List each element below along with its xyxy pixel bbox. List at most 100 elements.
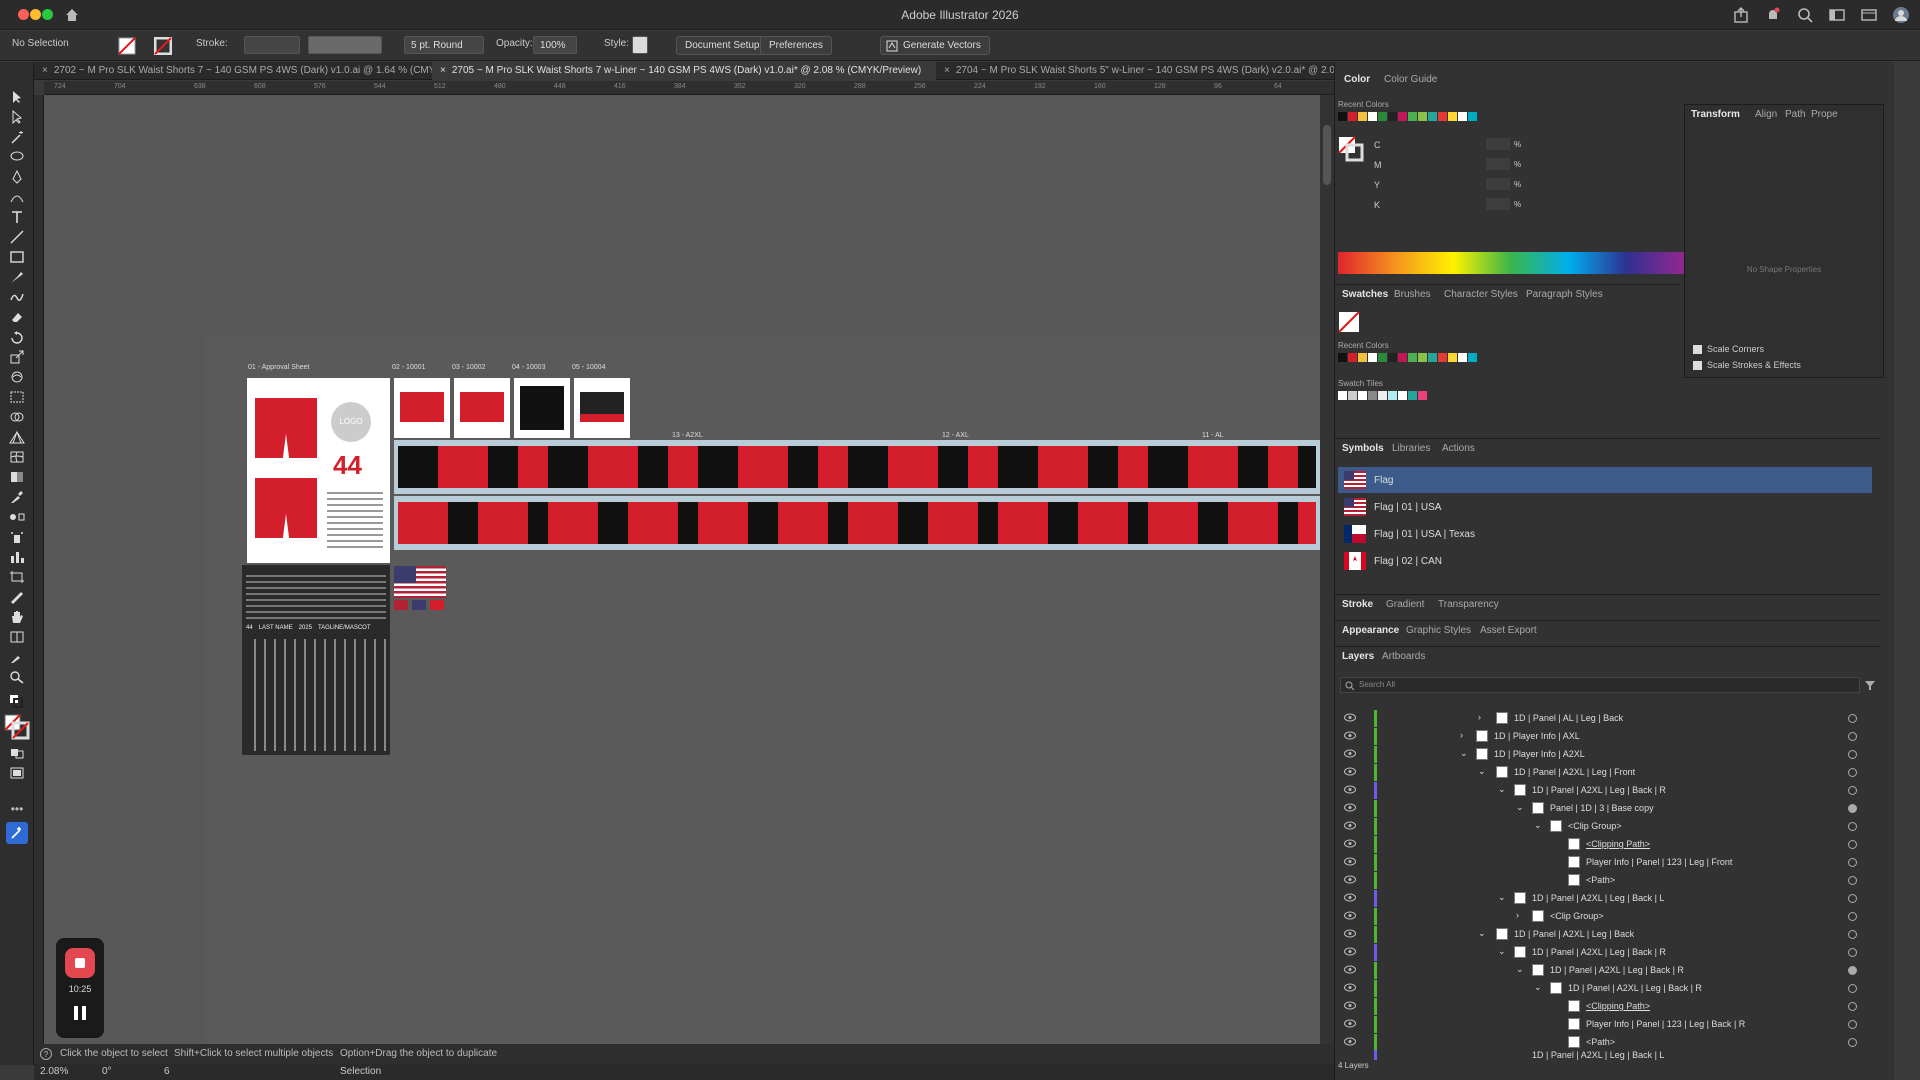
- mesh-tool-icon[interactable]: [9, 450, 25, 464]
- warp-tool-icon[interactable]: [9, 370, 25, 384]
- layer-row[interactable]: ⌄ 1D | Player Info | A2XL: [1336, 746, 1876, 763]
- layer-target-icon[interactable]: [1848, 768, 1857, 777]
- swatch[interactable]: [1348, 391, 1357, 400]
- symbol-item-flag-can[interactable]: Flag | 02 | CAN: [1338, 548, 1872, 574]
- direct-selection-tool-icon[interactable]: [9, 110, 25, 124]
- zoom-level[interactable]: 2.08%: [40, 1066, 68, 1077]
- color-spectrum[interactable]: [1338, 252, 1684, 274]
- visibility-eye-icon[interactable]: [1344, 983, 1356, 992]
- collapse-chevron-icon[interactable]: ⌄: [1516, 964, 1524, 975]
- selection-tool-icon[interactable]: [9, 90, 25, 104]
- swatch[interactable]: [1378, 112, 1387, 121]
- scale-strokes-checkbox[interactable]: [1693, 361, 1702, 370]
- tab-properties[interactable]: Prope: [1811, 109, 1838, 120]
- tab-artboards[interactable]: Artboards: [1382, 651, 1425, 662]
- slice-tool-icon[interactable]: [9, 590, 25, 604]
- visibility-eye-icon[interactable]: [1344, 857, 1356, 866]
- fill-stroke-swatch-icon[interactable]: [4, 714, 30, 740]
- tab-color[interactable]: Color: [1344, 74, 1370, 85]
- tab-brushes[interactable]: Brushes: [1394, 289, 1431, 300]
- visibility-eye-icon[interactable]: [1344, 1001, 1356, 1010]
- tab-document-2704[interactable]: × 2704 ~ M Pro SLK Waist Shorts 5" w-Line…: [936, 62, 1334, 80]
- tab-stroke[interactable]: Stroke: [1342, 599, 1373, 610]
- vertical-ruler[interactable]: [34, 95, 44, 1055]
- layer-target-icon[interactable]: [1848, 948, 1857, 957]
- layer-row[interactable]: › 1D | Panel | AL | Leg | Back: [1336, 710, 1876, 727]
- expand-chevron-icon[interactable]: ›: [1460, 730, 1463, 740]
- fill-stroke-indicator-icon[interactable]: [1338, 136, 1364, 162]
- rotate-tool-icon[interactable]: [9, 330, 25, 344]
- horizontal-ruler[interactable]: 724 704 638 608 576 544 512 480 448 416 …: [44, 81, 1334, 95]
- channel-m-field[interactable]: [1486, 158, 1510, 170]
- swatch[interactable]: [1398, 391, 1407, 400]
- swatch[interactable]: [1458, 112, 1467, 121]
- swatch[interactable]: [1348, 112, 1357, 121]
- shaper-tool-icon[interactable]: [9, 290, 25, 304]
- tab-actions[interactable]: Actions: [1442, 443, 1475, 454]
- rectangle-tool-icon[interactable]: [9, 250, 25, 264]
- arrange-documents-icon[interactable]: [1860, 6, 1878, 24]
- visibility-eye-icon[interactable]: [1344, 839, 1356, 848]
- layer-row[interactable]: ⌄ 1D | Panel | A2XL | Leg | Back | L: [1336, 890, 1876, 907]
- channel-c-field[interactable]: [1486, 138, 1510, 150]
- layer-row[interactable]: <Clipping Path>: [1336, 836, 1876, 853]
- collapse-chevron-icon[interactable]: ⌄: [1460, 748, 1468, 759]
- stop-recording-button[interactable]: [65, 948, 95, 978]
- pen-tool-icon[interactable]: [9, 170, 25, 184]
- spec-sheet-artboard[interactable]: 44 LAST NAME 2025 TAGLINE/MASCOT: [242, 565, 390, 755]
- swatch[interactable]: [1368, 112, 1377, 121]
- mockup-artboard[interactable]: [394, 378, 450, 438]
- collapse-chevron-icon[interactable]: ⌄: [1498, 892, 1506, 903]
- tab-transparency[interactable]: Transparency: [1438, 599, 1499, 610]
- type-tool-icon[interactable]: [9, 210, 25, 224]
- curvature-tool-icon[interactable]: [9, 190, 25, 204]
- canvas-vertical-scrollbar[interactable]: [1320, 95, 1334, 1055]
- visibility-eye-icon[interactable]: [1344, 1037, 1356, 1046]
- visibility-eye-icon[interactable]: [1344, 821, 1356, 830]
- shape-builder-tool-icon[interactable]: [9, 410, 25, 424]
- layer-row[interactable]: ⌄ 1D | Panel | A2XL | Leg | Back | R: [1336, 980, 1876, 997]
- rotation-angle[interactable]: 0°: [102, 1066, 112, 1077]
- stroke-color-icon[interactable]: [154, 37, 172, 55]
- swatch[interactable]: [1348, 353, 1357, 362]
- swatch[interactable]: [1418, 353, 1427, 362]
- layer-row[interactable]: 1D | Panel | A2XL | Leg | Back | L: [1336, 1050, 1876, 1060]
- lasso-tool-icon[interactable]: [9, 150, 25, 164]
- layer-row[interactable]: Player Info | Panel | 123 | Leg | Front: [1336, 854, 1876, 871]
- visibility-eye-icon[interactable]: [1344, 893, 1356, 902]
- swatch[interactable]: [1408, 112, 1417, 121]
- layer-target-icon[interactable]: [1848, 912, 1857, 921]
- magic-wand-tool-icon[interactable]: [9, 130, 25, 144]
- layer-target-icon[interactable]: [1848, 732, 1857, 741]
- visibility-eye-icon[interactable]: [1344, 731, 1356, 740]
- artwork[interactable]: 01 - Approval Sheet 02 - 10001 03 - 1000…: [242, 360, 1320, 760]
- artboard-tool-icon[interactable]: [9, 570, 25, 584]
- visibility-eye-icon[interactable]: [1344, 929, 1356, 938]
- paintbrush-tool-icon[interactable]: [9, 270, 25, 284]
- visibility-eye-icon[interactable]: [1344, 785, 1356, 794]
- visibility-eye-icon[interactable]: [1344, 749, 1356, 758]
- layer-row[interactable]: › <Clip Group>: [1336, 908, 1876, 925]
- swatch[interactable]: [1388, 112, 1397, 121]
- mockup-artboard[interactable]: [514, 378, 570, 438]
- tab-graphic-styles[interactable]: Graphic Styles: [1406, 625, 1471, 636]
- notifications-icon[interactable]: [1764, 6, 1782, 24]
- tab-paragraph-styles[interactable]: Paragraph Styles: [1526, 289, 1603, 300]
- fill-color-icon[interactable]: [118, 37, 136, 55]
- tab-character-styles[interactable]: Character Styles: [1444, 289, 1518, 300]
- layer-row[interactable]: ⌄ 1D | Panel | A2XL | Leg | Back | R: [1336, 962, 1876, 979]
- swatch[interactable]: [1468, 112, 1477, 121]
- eyedropper-tool-icon[interactable]: [9, 490, 25, 504]
- swatch[interactable]: [1378, 353, 1387, 362]
- free-transform-tool-icon[interactable]: [9, 390, 25, 404]
- visibility-eye-icon[interactable]: [1344, 965, 1356, 974]
- layers-search-field[interactable]: Search All: [1340, 677, 1860, 693]
- tab-align[interactable]: Align: [1755, 109, 1777, 120]
- visibility-eye-icon[interactable]: [1344, 803, 1356, 812]
- collapse-chevron-icon[interactable]: ⌄: [1478, 928, 1486, 939]
- symbol-item-flag-texas[interactable]: Flag | 01 | USA | Texas: [1338, 521, 1872, 547]
- swatch[interactable]: [1358, 353, 1367, 362]
- eyedropper-2-icon[interactable]: [9, 650, 25, 664]
- layer-target-icon[interactable]: [1848, 750, 1857, 759]
- pattern-strip-row-1[interactable]: [394, 440, 1320, 494]
